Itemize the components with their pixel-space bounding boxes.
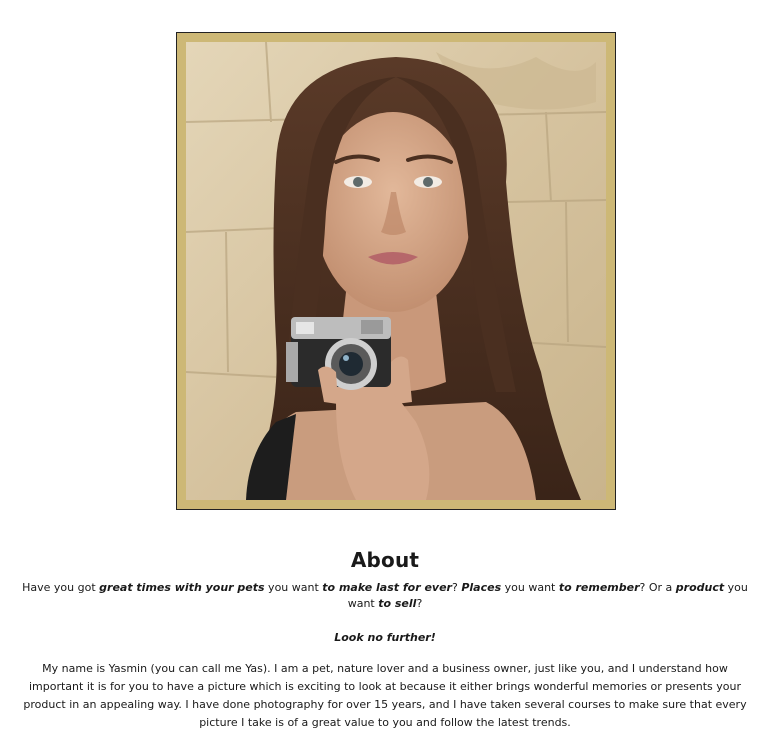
intro-text-5: ? Or a <box>639 581 676 594</box>
intro-text-4: you want <box>501 581 559 594</box>
page: About Have you got great times with your… <box>0 0 770 736</box>
look-no-further: Look no further! <box>334 631 436 644</box>
intro-text-2: you want <box>264 581 323 594</box>
intro-text-1: Have you got <box>22 581 100 594</box>
portrait-frame <box>176 32 616 510</box>
intro-text-7: ? <box>416 597 423 610</box>
about-bio: My name is Yasmin (you can call me Yas).… <box>23 662 747 729</box>
intro-text-3: ? <box>451 581 462 594</box>
intro-emph-places: Places <box>461 581 502 594</box>
portrait-image <box>186 42 606 500</box>
portrait-illustration <box>186 42 606 500</box>
intro-emph-sell: to sell <box>378 597 417 610</box>
intro-emph-last: to make last for ever <box>322 581 452 594</box>
intro-emph-pets: great times with your pets <box>99 581 265 594</box>
intro-emph-remember: to remember <box>558 581 640 594</box>
about-intro: Have you got great times with your pets … <box>0 580 770 612</box>
about-section: About Have you got great times with your… <box>0 540 770 732</box>
intro-emph-product: product <box>675 581 725 594</box>
about-title: About <box>350 548 420 572</box>
